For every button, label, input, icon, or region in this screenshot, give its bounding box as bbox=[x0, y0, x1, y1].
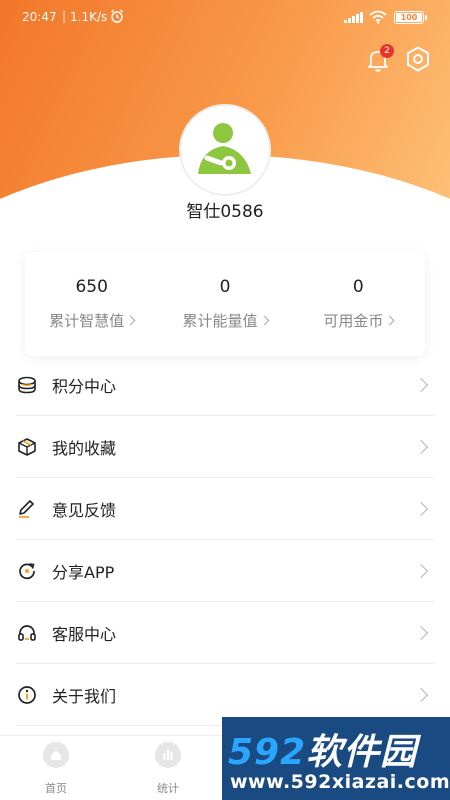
menu-label: 关于我们 bbox=[52, 686, 117, 706]
menu-item-customer-service[interactable]: 客服中心 bbox=[16, 602, 434, 664]
pencil-icon bbox=[16, 498, 38, 520]
stat-wisdom[interactable]: 650 累计智慧值 bbox=[25, 252, 158, 356]
stat-value: 0 bbox=[219, 277, 231, 297]
settings-button[interactable] bbox=[404, 45, 434, 75]
stat-value: 650 bbox=[75, 277, 108, 297]
user-avatar-icon bbox=[198, 123, 251, 174]
info-icon bbox=[16, 684, 38, 706]
menu-item-share-app[interactable]: 分享APP bbox=[16, 540, 434, 602]
menu-label: 我的收藏 bbox=[52, 438, 117, 458]
gear-icon bbox=[407, 46, 429, 72]
status-time: 20:47 bbox=[22, 10, 57, 24]
menu-label: 客服中心 bbox=[52, 624, 117, 644]
coin-stack-icon bbox=[16, 374, 38, 396]
chevron-right-icon bbox=[413, 687, 429, 703]
menu-list: 积分中心 我的收藏 意见反馈 分享APP 客服中心 关于我们 bbox=[16, 354, 434, 726]
tab-label: 统计 bbox=[157, 782, 179, 795]
stat-label: 可用金币 bbox=[323, 310, 395, 331]
menu-label: 意见反馈 bbox=[52, 500, 117, 520]
menu-item-feedback[interactable]: 意见反馈 bbox=[16, 478, 434, 540]
username: 智仕0586 bbox=[186, 202, 264, 222]
site-watermark: 592软件园 www.592xiazai.com bbox=[222, 717, 450, 800]
chevron-right-icon bbox=[125, 315, 136, 326]
chevron-right-icon bbox=[384, 315, 395, 326]
chevron-right-icon bbox=[413, 377, 429, 393]
menu-item-favorites[interactable]: 我的收藏 bbox=[16, 416, 434, 478]
stat-value: 0 bbox=[352, 277, 364, 297]
stat-energy[interactable]: 0 累计能量值 bbox=[158, 252, 291, 356]
stats-card: 650 累计智慧值 0 累计能量值 0 可用金币 bbox=[25, 252, 425, 356]
stats-icon bbox=[155, 742, 181, 768]
battery-level: 100 bbox=[400, 13, 418, 22]
chevron-right-icon bbox=[413, 439, 429, 455]
notification-badge: 2 bbox=[380, 44, 394, 58]
watermark-logo: 592软件园 bbox=[228, 732, 418, 773]
box-icon bbox=[16, 436, 38, 458]
signal-strength-icon bbox=[344, 12, 363, 23]
chevron-right-icon bbox=[413, 501, 429, 517]
stat-coins[interactable]: 0 可用金币 bbox=[292, 252, 425, 356]
avatar[interactable] bbox=[179, 104, 271, 196]
chevron-right-icon bbox=[413, 625, 429, 641]
status-separator: | bbox=[62, 9, 67, 23]
stat-label: 累计能量值 bbox=[182, 310, 269, 331]
menu-label: 分享APP bbox=[52, 562, 115, 582]
share-refresh-icon bbox=[16, 560, 38, 582]
network-speed: 1.1K/s bbox=[70, 10, 108, 24]
tab-label: 首页 bbox=[45, 782, 67, 795]
notification-button[interactable]: 2 bbox=[364, 44, 394, 74]
chevron-right-icon bbox=[413, 563, 429, 579]
menu-item-points-center[interactable]: 积分中心 bbox=[16, 354, 434, 416]
menu-label: 积分中心 bbox=[52, 376, 117, 396]
wifi-icon bbox=[369, 10, 387, 24]
headset-icon bbox=[16, 622, 38, 644]
tab-stats[interactable]: 统计 bbox=[112, 736, 224, 800]
chevron-right-icon bbox=[259, 315, 269, 326]
home-icon bbox=[43, 742, 69, 768]
alarm-clock-icon bbox=[110, 9, 124, 23]
tab-home[interactable]: 首页 bbox=[0, 736, 112, 800]
watermark-url: www.592xiazai.com bbox=[230, 771, 450, 793]
stat-label: 累计智慧值 bbox=[49, 310, 136, 331]
battery-indicator: 100 bbox=[394, 11, 427, 24]
status-bar: 20:47 | 1.1K/s 100 bbox=[0, 0, 450, 36]
